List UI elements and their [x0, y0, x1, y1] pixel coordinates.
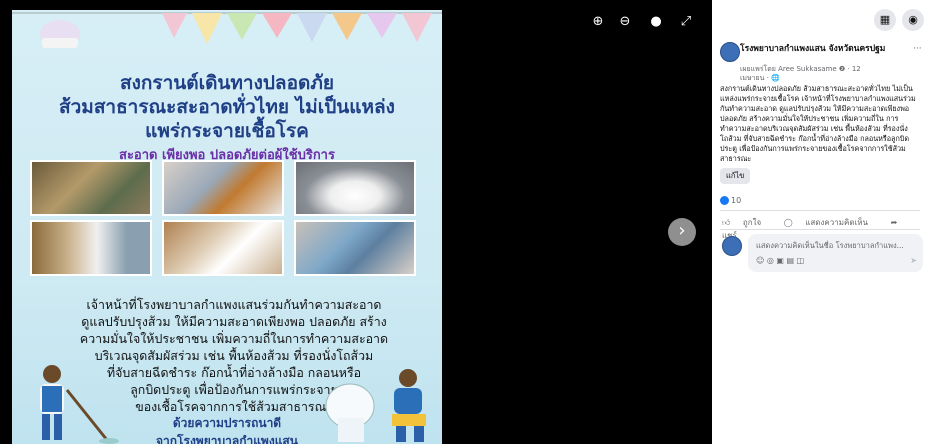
page-avatar[interactable]	[720, 42, 740, 62]
edit-button[interactable]: แก้ไข	[720, 168, 751, 184]
cleaning-photo-4	[30, 220, 152, 276]
poster-signoff-line-1: ด้วยความปรารถนาดี	[172, 416, 282, 430]
comment-tool-icons[interactable]: ☺ ◎ ▣ ▤ ◫	[756, 256, 804, 265]
messenger-icon[interactable]: ◉	[902, 9, 924, 31]
poster-image: สงกรานต์เดินทางปลอดภัย ส้วมสาธารณะสะอาดท…	[12, 10, 442, 444]
commenter-avatar	[722, 236, 742, 256]
poster-body-line: ดูแลปรับปรุงส้วม ให้มีความสะอาดเพียงพอ ป…	[81, 314, 387, 329]
page-name[interactable]: โรงพยาบาลกำแพงแสน จังหวัดนครปฐม	[740, 44, 910, 54]
divider	[720, 229, 920, 230]
post-panel: ▦ ◉ โรงพยาบาลกำแพงแสน จังหวัดนครปฐม ··· …	[712, 0, 925, 444]
post-text: สงกรานต์เดินทางปลอดภัย ส้วมสาธารณะสะอาดท…	[720, 84, 916, 163]
send-icon[interactable]: ➤	[910, 256, 917, 265]
like-button[interactable]: 👍︎ ถูกใจ	[722, 218, 771, 227]
cleaning-photo-6	[294, 220, 416, 276]
menu-grid-icon[interactable]: ▦	[874, 9, 896, 31]
divider	[720, 210, 920, 211]
chevron-right-icon: ›	[678, 220, 686, 241]
thumbs-up-icon: 👍︎	[722, 218, 731, 227]
cleaning-photo-3	[294, 160, 416, 216]
comment-placeholder: แสดงความคิดเห็นในชื่อ โรงพยาบาลกำแพง...	[756, 241, 904, 250]
comment-label: แสดงความคิดเห็น	[805, 218, 869, 227]
cleaning-photo-2	[162, 160, 284, 216]
next-photo-button[interactable]: ›	[668, 218, 696, 246]
like-reaction-icon	[720, 196, 729, 205]
poster-body-line: เจ้าหน้าที่โรงพยาบาลกำแพงแสนร่วมกันทำควา…	[86, 297, 382, 312]
poster-body-line: ความมั่นใจให้ประชาชน เพิ่มความถี่ในการทำ…	[79, 331, 389, 346]
poster-title-line-3: แพร่กระจายเชื้อโรค	[145, 120, 309, 142]
fullscreen-icon[interactable]: ⤢	[678, 14, 694, 29]
like-label: ถูกใจ	[742, 218, 762, 227]
cleaning-photo-5	[162, 220, 284, 276]
like-count: 10	[731, 196, 742, 205]
share-icon: ➦	[890, 218, 898, 227]
comment-icon: ◯	[783, 218, 793, 227]
photo-viewer: สงกรานต์เดินทางปลอดภัย ส้วมสาธารณะสะอาดท…	[0, 0, 712, 444]
post-author-line: เผยแพร่โดย Aree Sukkasame ❷ · 12	[740, 65, 861, 73]
post-date-line: เมษายน · 🌐	[740, 74, 780, 82]
zoom-out-icon[interactable]: ⊖	[617, 14, 633, 29]
bunting-decoration	[12, 12, 442, 48]
comment-button[interactable]: ◯ แสดงความคิดเห็น	[784, 218, 878, 227]
cleaning-photo-1	[30, 160, 152, 216]
comment-input[interactable]: แสดงความคิดเห็นในชื่อ โรงพยาบาลกำแพง... …	[748, 234, 923, 272]
reaction-count[interactable]: 10	[720, 196, 741, 205]
tag-icon[interactable]: ●	[648, 14, 664, 29]
more-options-icon[interactable]: ···	[913, 44, 922, 54]
zoom-in-icon[interactable]: ⊕	[590, 14, 606, 29]
post-meta: เผยแพร่โดย Aree Sukkasame ❷ · 12 เมษายน …	[740, 65, 910, 83]
poster-signoff-line-2: จากโรงพยาบาลกำแพงแสน	[156, 434, 298, 444]
